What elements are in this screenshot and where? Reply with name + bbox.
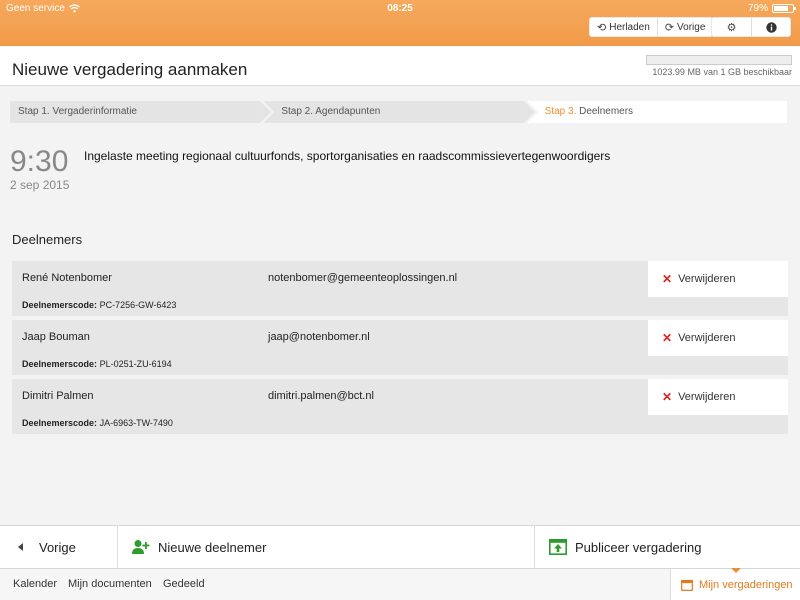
reload-button[interactable]: ⟲ Herladen (590, 18, 658, 36)
history-back-label: Vorige (677, 21, 706, 33)
history-icon: ⟳ (664, 21, 675, 34)
new-participant-label: Nieuwe deelnemer (158, 539, 267, 555)
battery-percentage: 79% (747, 3, 768, 14)
tab-calendar[interactable]: Kalender (13, 578, 57, 590)
participant-code: Deelnemerscode: PL-0251-ZU-6194 (22, 359, 172, 369)
participant-name: Jaap Bouman (22, 331, 90, 343)
tab-shared[interactable]: Gedeeld (163, 578, 205, 590)
meeting-time: 9:30 (10, 145, 69, 178)
participant-code-label: Deelnemerscode: (22, 300, 98, 310)
new-participant-button[interactable]: Nieuwe deelnemer (118, 526, 535, 568)
previous-step-button[interactable]: Vorige (0, 526, 118, 568)
step-1[interactable]: Stap 1. Vergaderinformatie (10, 101, 272, 123)
step-2-number: Stap 2. (281, 106, 314, 117)
participant-name: Dimitri Palmen (22, 390, 94, 402)
participant-row: Jaap Bouman jaap@notenbomer.nl Deelnemer… (12, 320, 788, 375)
participant-code: Deelnemerscode: PC-7256-GW-6423 (22, 300, 176, 310)
participants-list: René Notenbomer notenbomer@gemeenteoplos… (12, 261, 788, 438)
tab-bar: Kalender Mijn documenten Gedeeld Mijn ve… (0, 568, 800, 600)
status-bar: Geen service 08:25 79% (0, 0, 800, 18)
meeting-date: 2 sep 2015 (10, 178, 70, 192)
reload-icon: ⟲ (597, 21, 607, 34)
participant-code-value: JA-6963-TW-7490 (99, 418, 173, 428)
participant-email: jaap@notenbomer.nl (268, 331, 370, 343)
publish-meeting-label: Publiceer vergadering (575, 539, 702, 555)
page-header: Nieuwe vergadering aanmaken 1023.99 MB v… (0, 46, 800, 86)
calendar-icon (681, 579, 693, 591)
page-title: Nieuwe vergadering aanmaken (12, 60, 248, 79)
step-indicator: Stap 1. Vergaderinformatie Stap 2. Agend… (10, 101, 787, 123)
remove-label: Verwijderen (678, 273, 736, 285)
participant-code-label: Deelnemerscode: (22, 418, 98, 428)
gear-icon: ⚙ (726, 21, 737, 34)
clock: 08:25 (387, 3, 413, 14)
step-2-label: Agendapunten (315, 106, 381, 117)
step-2[interactable]: Stap 2. Agendapunten (263, 101, 535, 123)
storage-text: 1023.99 MB van 1 GB beschikbaar (652, 67, 792, 77)
reload-label: Herladen (609, 21, 650, 33)
arrow-left-icon (18, 543, 23, 551)
participant-code: Deelnemerscode: JA-6963-TW-7490 (22, 418, 173, 428)
participant-email: notenbomer@gemeenteoplossingen.nl (268, 272, 458, 284)
participant-code-label: Deelnemerscode: (22, 359, 98, 369)
remove-label: Verwijderen (678, 391, 736, 403)
info-button[interactable] (752, 18, 790, 36)
action-bar: Vorige Nieuwe deelnemer Publiceer vergad… (0, 525, 800, 569)
step-3-number: Stap 3. (544, 106, 577, 117)
history-back-button[interactable]: ⟳ Vorige (658, 18, 713, 36)
participant-email: dimitri.palmen@bct.nl (268, 390, 374, 402)
participant-name: René Notenbomer (22, 272, 112, 284)
remove-participant-button[interactable]: ✕ Verwijderen (648, 379, 788, 415)
remove-participant-button[interactable]: ✕ Verwijderen (648, 320, 788, 356)
remove-participant-button[interactable]: ✕ Verwijderen (648, 261, 788, 297)
add-user-icon (132, 540, 150, 554)
step-3[interactable]: Stap 3. Deelnemers (526, 101, 787, 123)
battery-icon (772, 4, 796, 13)
step-1-number: Stap 1. (18, 106, 50, 117)
participant-code-value: PL-0251-ZU-6194 (99, 359, 172, 369)
settings-button-group: ⚙ (711, 17, 791, 37)
previous-step-label: Vorige (39, 539, 76, 555)
step-3-label: Deelnemers (579, 106, 634, 117)
tab-my-meetings[interactable]: Mijn vergaderingen (670, 568, 800, 600)
close-icon: ✕ (662, 390, 673, 404)
step-1-label: Vergaderinformatie (52, 106, 137, 117)
top-bar: Geen service 08:25 79% ⟲ Herladen ⟳ Vori… (0, 0, 800, 46)
remove-label: Verwijderen (678, 332, 736, 344)
participant-row: Dimitri Palmen dimitri.palmen@bct.nl Dee… (12, 379, 788, 434)
publish-meeting-button[interactable]: Publiceer vergadering (535, 526, 800, 568)
storage-bar (646, 55, 792, 65)
participants-heading: Deelnemers (12, 232, 83, 247)
publish-icon (549, 539, 567, 555)
tab-my-documents[interactable]: Mijn documenten (68, 578, 152, 590)
meeting-title: Ingelaste meeting regionaal cultuurfonds… (84, 149, 611, 163)
participant-code-value: PC-7256-GW-6423 (99, 300, 177, 310)
nav-button-group: ⟲ Herladen ⟳ Vorige (589, 17, 714, 37)
settings-button[interactable]: ⚙ (712, 18, 752, 36)
info-icon (765, 21, 777, 33)
participant-row: René Notenbomer notenbomer@gemeenteoplos… (12, 261, 788, 316)
tab-my-meetings-label: Mijn vergaderingen (699, 578, 793, 591)
close-icon: ✕ (662, 331, 673, 345)
close-icon: ✕ (662, 272, 673, 286)
